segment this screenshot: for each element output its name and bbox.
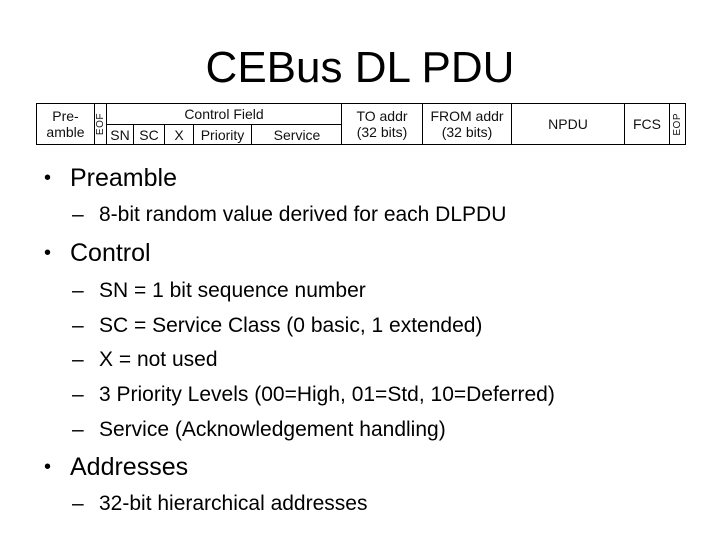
dash-icon: – [72, 418, 84, 441]
from-addr-cell: FROM addr (32 bits) [422, 104, 511, 144]
eop-label: EOP [671, 112, 683, 136]
subbullet-text: 3 Priority Levels (00=High, 01=Std, 10=D… [99, 383, 555, 406]
dl-pdu-frame-diagram: Pre- amble EOF Control Field SN SC X Pri… [36, 103, 686, 145]
bullet-control: • Control [44, 238, 151, 268]
npdu-cell: NPDU [511, 104, 624, 144]
dash-icon: – [72, 279, 84, 302]
dash-icon: – [72, 203, 84, 226]
subbullet-control-3: – X = not used [72, 347, 218, 373]
to-addr-cell: TO addr (32 bits) [341, 104, 422, 144]
subbullet-addresses-1: –32-bit hierarchical addresses [72, 491, 367, 517]
to-addr-bits: (32 bits) [356, 124, 408, 140]
control-subfield-x: X [164, 125, 193, 144]
subbullet-text: 8-bit random value derived for each DLPD… [99, 203, 507, 226]
npdu-label: NPDU [548, 116, 588, 132]
dash-icon: – [72, 492, 84, 515]
subbullet-control-5: – Service (Acknowledgement handling) [72, 417, 446, 443]
bullet-text: Control [70, 239, 151, 267]
subbullet-text: X = not used [99, 348, 218, 371]
subbullet-preamble-1: –8-bit random value derived for each DLP… [72, 202, 506, 228]
bullet-icon: • [44, 456, 52, 478]
subbullet-text: 32-bit hierarchical addresses [99, 492, 368, 515]
subbullet-text: SC = Service Class (0 basic, 1 extended) [99, 314, 483, 337]
control-field-label: Control Field [107, 104, 341, 125]
subbullet-text: SN = 1 bit sequence number [99, 279, 366, 302]
dash-icon: – [72, 314, 84, 337]
subbullet-control-4: –3 Priority Levels (00=High, 01=Std, 10=… [72, 382, 555, 408]
fcs-label: FCS [633, 116, 661, 132]
to-addr-label: TO addr [356, 108, 408, 124]
control-subfield-sc: SC [133, 125, 164, 144]
from-addr-bits: (32 bits) [441, 124, 493, 140]
bullet-addresses: • Addresses [44, 452, 188, 482]
preamble-label-line1: Pre- [52, 108, 79, 124]
dash-icon: – [72, 383, 84, 406]
bullet-text: Preamble [70, 164, 177, 192]
bullet-preamble: • Preamble [44, 163, 177, 193]
preamble-label-line2: amble [46, 124, 85, 140]
bullet-text: Addresses [70, 453, 189, 481]
control-subfield-sn: SN [110, 126, 130, 143]
subbullet-text: Service (Acknowledgement handling) [99, 418, 446, 441]
eop-cell: EOP [669, 104, 685, 144]
control-subfield-priority: Priority [193, 125, 251, 144]
from-addr-label: FROM addr [430, 108, 504, 124]
subbullet-control-1: – SN = 1 bit sequence number [72, 278, 366, 304]
control-field-cell: Control Field SN SC X Priority Service [106, 104, 341, 144]
bullet-icon: • [44, 167, 52, 189]
eof-cell: EOF [94, 104, 106, 144]
subbullet-control-2: – SC = Service Class (0 basic, 1 extended… [72, 313, 482, 339]
slide-title: CEBus DL PDU [205, 43, 515, 92]
fcs-cell: FCS [624, 104, 669, 144]
preamble-cell: Pre- amble [37, 104, 94, 144]
control-subfield-service: Service [251, 125, 342, 144]
dash-icon: – [72, 348, 84, 371]
bullet-icon: • [44, 242, 52, 264]
